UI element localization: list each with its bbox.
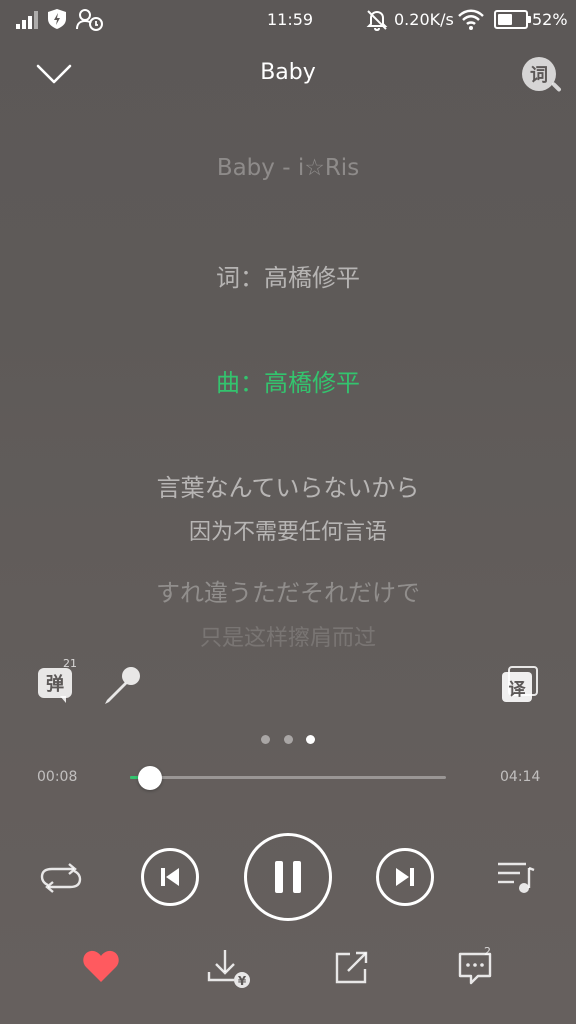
page-dot-active[interactable]	[306, 735, 315, 744]
lyric-line[interactable]: 词：高橋修平	[0, 258, 576, 293]
cellular-signal-icon	[16, 11, 38, 29]
download-icon: ¥	[207, 950, 250, 988]
playlist-icon[interactable]	[496, 860, 536, 894]
pause-button[interactable]	[244, 833, 332, 921]
magnifier-handle-icon	[551, 81, 562, 93]
battery-percent: 52%	[532, 10, 568, 29]
lyric-translation: 因为不需要任何言语	[188, 520, 387, 545]
battery-icon	[494, 10, 531, 29]
progress-thumb[interactable]	[138, 766, 162, 790]
mute-bell-icon	[366, 10, 388, 31]
shield-icon	[48, 9, 66, 29]
speech-tail-icon	[60, 696, 66, 703]
clock: 11:59	[267, 10, 314, 29]
skip-next-icon	[396, 868, 414, 886]
comments-count-badge: 2	[484, 945, 491, 958]
total-time: 04:14	[500, 769, 541, 785]
translate-label: 译	[508, 679, 526, 700]
previous-track-button[interactable]	[141, 848, 199, 906]
lyric-line-active[interactable]: 曲：高橋修平	[0, 363, 576, 398]
page-dot[interactable]	[261, 735, 270, 744]
status-bar: 11:59 0.20K/s 52%	[0, 0, 576, 40]
page-dot[interactable]	[284, 735, 293, 744]
download-button[interactable]: ¥	[206, 948, 252, 990]
svg-text:¥: ¥	[238, 974, 247, 988]
progress-track[interactable]	[130, 776, 446, 779]
favorite-heart-icon[interactable]	[82, 949, 120, 983]
share-icon[interactable]	[334, 951, 370, 985]
translate-button[interactable]: 译	[500, 664, 542, 704]
next-track-button[interactable]	[376, 848, 434, 906]
danmu-label: 弹	[46, 674, 64, 695]
wifi-icon	[458, 9, 484, 30]
danmu-button[interactable]: 弹 21	[36, 657, 82, 706]
repeat-mode-icon[interactable]	[40, 861, 82, 895]
pause-icon	[275, 861, 301, 893]
lyric-song-line: Baby - i☆Ris	[216, 155, 360, 181]
network-speed: 0.20K/s	[394, 10, 454, 29]
lyrics-search-button[interactable]: 词	[520, 55, 562, 95]
lyric-line[interactable]: すれ違うただそれだけで	[0, 573, 576, 608]
comment-bubble-icon	[458, 952, 492, 985]
lyric-line[interactable]: 言葉なんていらないから	[0, 468, 576, 503]
lyrics-search-label: 词	[530, 65, 548, 86]
current-time: 00:08	[37, 769, 78, 785]
comments-button[interactable]: 2	[456, 944, 500, 988]
danmu-count-badge: 21	[63, 657, 77, 670]
account-sync-icon	[76, 9, 103, 31]
lyric-translation: 只是这样擦肩而过	[199, 626, 376, 651]
song-title: Baby	[260, 60, 316, 85]
microphone-icon[interactable]	[101, 664, 143, 706]
skip-previous-icon	[161, 868, 179, 886]
